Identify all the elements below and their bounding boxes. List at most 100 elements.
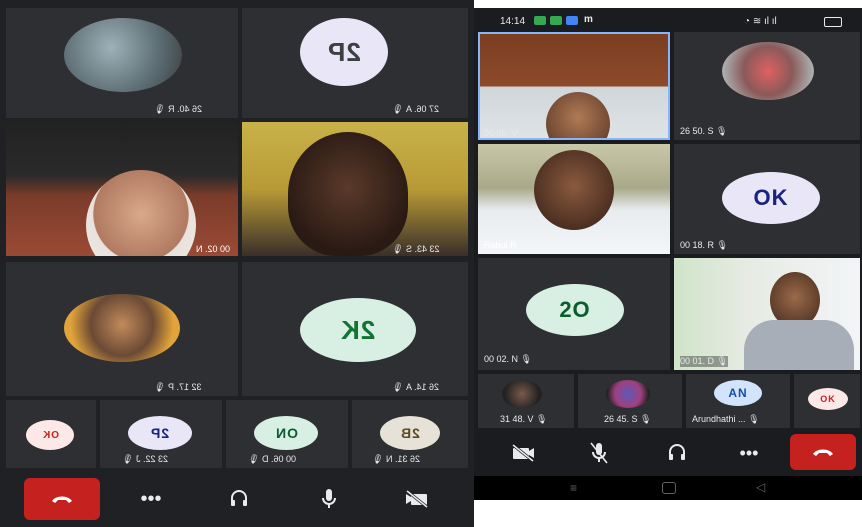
participant-avatar: OK xyxy=(808,388,848,410)
participant-label: 00 18. R 🎙 xyxy=(680,240,728,250)
mic-off-icon xyxy=(590,442,608,464)
participant-label: 26 45. S 🎙 xyxy=(604,414,652,424)
notification-icon xyxy=(550,16,562,25)
participant-photo xyxy=(606,380,650,408)
participant-tile[interactable]: OK 00 18. R 🎙 xyxy=(674,144,860,254)
mic-off-icon: 🎙 xyxy=(392,104,404,114)
status-bar: 14:14 m ◔ ≋ ıl ıl xyxy=(474,8,862,34)
strip-tile[interactable]: ON 🎙 00 06. D xyxy=(226,400,348,468)
strip-tile[interactable]: 31 48. V 🎙 xyxy=(478,374,574,428)
participant-tile[interactable]: 2O 00 02. N 🎙 xyxy=(478,258,670,370)
mic-off-icon: 🎙 xyxy=(248,454,260,464)
participant-avatar: ON xyxy=(254,416,318,450)
more-options-button[interactable]: ••• xyxy=(126,478,176,520)
strip-tile[interactable]: OK xyxy=(794,374,860,428)
more-options-button[interactable]: ••• xyxy=(724,436,774,470)
camera-off-icon xyxy=(406,490,428,508)
mic-off-icon: 🎙 xyxy=(154,382,166,392)
right-call-screen: 14:14 m ◔ ≋ ıl ıl 00 05. V 26 50. S 🎙 Ra… xyxy=(474,8,862,500)
participant-photo xyxy=(64,18,182,92)
home-icon[interactable] xyxy=(662,482,676,494)
mic-off-icon: 🎙 xyxy=(716,356,728,366)
participant-tile[interactable]: 🎙 26 40. R xyxy=(6,8,238,118)
mic-off-icon: 🎙 xyxy=(716,240,728,250)
strip-tile[interactable]: 2B 🎙 26 31. N xyxy=(352,400,468,468)
participant-label: 🎙 26 14. A xyxy=(392,382,439,392)
participant-tile[interactable]: 🎙 32 17. P xyxy=(6,262,238,396)
participant-photo xyxy=(722,42,814,100)
recents-icon[interactable]: ≡ xyxy=(570,481,577,495)
back-icon[interactable]: ◁ xyxy=(756,480,765,494)
participant-photo xyxy=(502,380,542,408)
participant-video[interactable]: 00 05. V xyxy=(478,32,670,140)
participant-avatar: OK xyxy=(26,420,74,450)
participant-video[interactable]: Rahul R xyxy=(478,144,670,254)
more-icon: ••• xyxy=(739,442,759,463)
participant-label: 🎙 00 06. D xyxy=(248,454,296,464)
participant-label: 🎙 23 22. J xyxy=(122,454,168,464)
participant-avatar: 2B xyxy=(380,416,440,450)
participant-label: 00 02. N 🎙 xyxy=(484,354,532,364)
participant-label: 🎙 23 43. S xyxy=(392,244,440,254)
headset-icon xyxy=(231,490,247,506)
status-time: 14:14 xyxy=(500,16,526,27)
more-icon: ••• xyxy=(140,487,162,510)
end-call-button[interactable] xyxy=(24,478,100,520)
participant-avatar: 2K xyxy=(300,298,416,362)
status-icons: ◔ ≋ ıl ıl xyxy=(744,16,777,27)
mic-off-icon: 🎙 xyxy=(748,414,760,424)
mic-icon xyxy=(322,489,336,508)
participant-face xyxy=(534,150,614,230)
mic-off-icon: 🎙 xyxy=(392,382,404,392)
participant-tile[interactable]: 2P 🎙 27 06. A xyxy=(242,8,468,118)
mic-off-icon: 🎙 xyxy=(716,126,728,136)
microphone-button[interactable] xyxy=(304,478,354,520)
participant-label: 00 01. D 🎙 xyxy=(680,356,728,367)
signal-indicator: m xyxy=(584,14,593,25)
headset-icon xyxy=(669,444,685,460)
left-call-screen: 🎙 26 40. R 2P 🎙 27 06. A 00 02. N 🎙 23 4… xyxy=(0,0,474,527)
audio-output-button[interactable] xyxy=(652,436,702,470)
participant-avatar: 2O xyxy=(526,284,624,336)
system-nav-bar: ≡ ◁ xyxy=(474,476,862,500)
participant-label: 00 05. V xyxy=(484,128,518,138)
mic-off-icon: 🎙 xyxy=(372,454,384,464)
participant-avatar: AN xyxy=(714,380,762,406)
camera-off-button[interactable] xyxy=(498,436,548,470)
participant-photo xyxy=(64,294,180,362)
participant-label: Rahul R xyxy=(484,240,517,250)
participant-video[interactable]: 🎙 23 43. S xyxy=(242,122,468,256)
mic-off-icon: 🎙 xyxy=(154,104,166,114)
strip-tile[interactable]: OK xyxy=(6,400,96,468)
hang-up-icon xyxy=(813,449,833,456)
hang-up-icon xyxy=(52,496,72,503)
end-call-button[interactable] xyxy=(790,434,856,470)
battery-icon xyxy=(824,17,842,27)
camera-off-icon xyxy=(512,444,534,462)
mic-off-icon: 🎙 xyxy=(640,414,652,424)
mic-off-icon: 🎙 xyxy=(122,454,134,464)
strip-tile[interactable]: 2P 🎙 23 22. J xyxy=(100,400,222,468)
participant-label: 31 48. V 🎙 xyxy=(500,414,548,424)
participant-label: Arundhathi ... 🎙 xyxy=(692,414,760,424)
strip-tile[interactable]: 26 45. S 🎙 xyxy=(578,374,682,428)
participant-tile[interactable]: 2K 🎙 26 14. A xyxy=(242,262,468,396)
participant-label: 🎙 27 06. A xyxy=(392,104,439,114)
audio-output-button[interactable] xyxy=(214,478,264,520)
strip-tile[interactable]: AN Arundhathi ... 🎙 xyxy=(686,374,790,428)
mic-off-icon: 🎙 xyxy=(520,354,532,364)
participant-tile[interactable]: 26 50. S 🎙 xyxy=(674,32,860,140)
participant-label: 00 02. N xyxy=(196,244,231,254)
mic-off-icon: 🎙 xyxy=(536,414,548,424)
participant-label: 26 50. S 🎙 xyxy=(680,126,728,136)
camera-off-button[interactable] xyxy=(392,478,442,520)
participant-label: 🎙 26 40. R xyxy=(154,104,202,114)
participant-avatar: 2P xyxy=(300,18,388,86)
microphone-button[interactable] xyxy=(574,436,624,470)
notification-icon xyxy=(534,16,546,25)
participant-face xyxy=(86,170,196,256)
participant-video[interactable]: 00 02. N xyxy=(6,122,238,256)
participant-video[interactable]: 00 01. D 🎙 xyxy=(674,258,860,370)
participant-face xyxy=(546,92,610,138)
mic-off-icon: 🎙 xyxy=(392,244,404,254)
